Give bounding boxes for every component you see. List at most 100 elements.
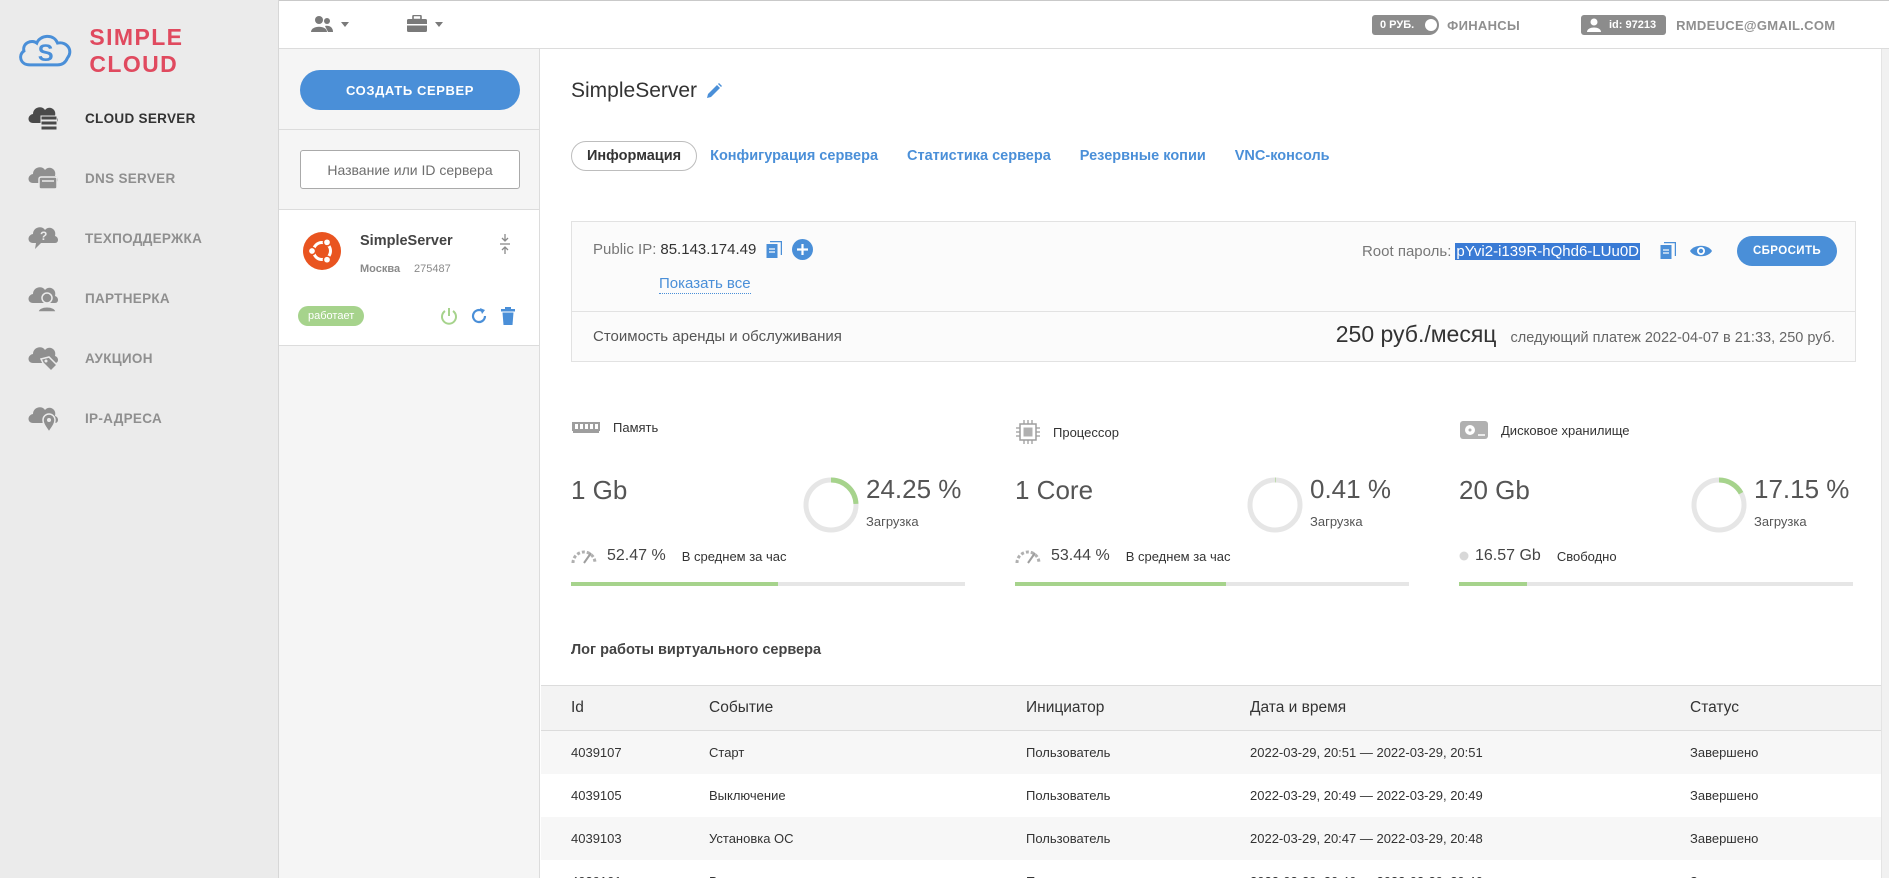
trash-icon[interactable] bbox=[499, 306, 517, 326]
users-menu-button[interactable] bbox=[311, 15, 349, 33]
server-detail: SimpleServer Информация Конфигурация сер… bbox=[541, 49, 1881, 878]
sidebar-label: АУКЦИОН bbox=[85, 350, 153, 366]
metric-value: 1 Core bbox=[1015, 475, 1094, 505]
load-donut bbox=[1247, 477, 1303, 533]
balance-toggle-icon bbox=[1423, 15, 1440, 35]
balance-badge: 0 РУБ. bbox=[1372, 15, 1424, 35]
sidebar-item-auction[interactable]: АУКЦИОН bbox=[0, 328, 279, 388]
svg-text:?: ? bbox=[40, 229, 47, 243]
vertical-scrollbar[interactable] bbox=[1881, 49, 1889, 878]
table-row: 4039103 Установка ОС Пользователь 2022-0… bbox=[541, 816, 1881, 860]
support-icon: ? bbox=[26, 220, 62, 256]
cell-initiator: Пользователь bbox=[1026, 773, 1250, 817]
eye-icon[interactable] bbox=[1689, 243, 1713, 259]
sidebar: S SIMPLE CLOUD CLOUD SERVER DNS SERVER ?… bbox=[0, 0, 279, 878]
metric-header: Процессор bbox=[1015, 419, 1119, 445]
table-row: 4039105 Выключение Пользователь 2022-03-… bbox=[541, 773, 1881, 817]
reset-password-button[interactable]: СБРОСИТЬ bbox=[1737, 236, 1837, 266]
table-row: 4039101 В... П... 2022-03-29, 20:46 — 20… bbox=[541, 859, 1881, 878]
simple-cloud-logo-icon: S bbox=[19, 34, 72, 67]
add-ip-icon[interactable] bbox=[792, 239, 814, 260]
cell-id: 4039107 bbox=[541, 730, 709, 774]
cpu-metric: Процессор 1 Core 0.41 % Загрузка 53.44 %… bbox=[1015, 419, 1410, 644]
root-password-row: Root пароль: pYvi2-i139R-hQhd6-LUu0D СБР… bbox=[1362, 236, 1837, 266]
status-badge: работает bbox=[298, 306, 365, 326]
sidebar-label: CLOUD SERVER bbox=[85, 110, 196, 126]
partner-icon bbox=[26, 280, 62, 316]
metric-value: 1 Gb bbox=[571, 475, 628, 505]
server-search-input[interactable] bbox=[300, 150, 520, 189]
sidebar-item-ip-addresses[interactable]: IP-АДРЕСА bbox=[0, 388, 279, 448]
rent-label: Стоимость аренды и обслуживания bbox=[593, 328, 842, 345]
show-all-link[interactable]: Показать все bbox=[659, 275, 751, 294]
drag-handle-icon[interactable] bbox=[499, 234, 511, 259]
copy-icon[interactable] bbox=[1660, 242, 1676, 260]
power-icon[interactable] bbox=[439, 306, 459, 326]
metric-percent: 0.41 % bbox=[1310, 474, 1391, 504]
sidebar-item-cloud-server[interactable]: CLOUD SERVER bbox=[0, 88, 279, 148]
cell-status: Завершено bbox=[1690, 773, 1881, 817]
chevron-down-icon bbox=[435, 21, 443, 27]
metric-value: 20 Gb bbox=[1459, 475, 1530, 505]
user-id-badge: id: 97213 bbox=[1581, 15, 1667, 35]
public-ip-label: Public IP: bbox=[593, 241, 657, 258]
metric-percent: 17.15 % bbox=[1754, 474, 1850, 504]
server-list-item[interactable]: SimpleServer Москва 275487 работает bbox=[279, 210, 539, 346]
rent-price: 250 руб./месяц bbox=[1335, 321, 1497, 347]
table-row: 4039107 Старт Пользователь 2022-03-29, 2… bbox=[541, 730, 1881, 774]
restart-icon[interactable] bbox=[469, 306, 489, 326]
tab-vnc-console[interactable]: VNC-консоль bbox=[1235, 148, 1330, 164]
projects-menu-button[interactable] bbox=[407, 15, 443, 33]
column-header-datetime[interactable]: Дата и время bbox=[1250, 685, 1690, 731]
tab-info[interactable]: Информация bbox=[571, 141, 698, 171]
metric-percent: 24.25 % bbox=[866, 474, 962, 504]
metric-title: Память bbox=[613, 419, 659, 435]
column-header-status[interactable]: Статус bbox=[1690, 685, 1881, 731]
cell-event: Установка ОС bbox=[709, 816, 1026, 860]
user-id: id: 97213 bbox=[1609, 19, 1657, 31]
tab-configuration[interactable]: Конфигурация сервера bbox=[710, 148, 878, 164]
server-location: Москва bbox=[360, 263, 401, 275]
divider bbox=[572, 311, 1855, 312]
cell-id: 4039101 bbox=[541, 859, 709, 878]
ubuntu-icon bbox=[303, 232, 341, 270]
server-tabs: Информация Конфигурация сервера Статисти… bbox=[571, 141, 1359, 171]
page-title: SimpleServer bbox=[571, 79, 723, 103]
speedometer-icon bbox=[1015, 547, 1041, 565]
tab-backups[interactable]: Резервные копии bbox=[1080, 148, 1206, 164]
brand-logo[interactable]: S SIMPLE CLOUD bbox=[16, 24, 278, 78]
chevron-down-icon bbox=[341, 21, 349, 27]
cell-status: Завершено bbox=[1690, 730, 1881, 774]
server-info-panel: Public IP: 85.143.174.49 Показать все Ro… bbox=[571, 221, 1856, 362]
memory-metric: Память 1 Gb 24.25 % Загрузка 52.47 % В с… bbox=[571, 419, 966, 644]
disk-metric: Дисковое хранилище 20 Gb 17.15 % Загрузк… bbox=[1459, 419, 1854, 644]
create-server-button[interactable]: СОЗДАТЬ СЕРВЕР bbox=[300, 70, 520, 110]
column-header-id[interactable]: Id bbox=[541, 685, 709, 731]
sidebar-item-support[interactable]: ? ТЕХПОДДЕРЖКА bbox=[0, 208, 279, 268]
column-header-initiator[interactable]: Инициатор bbox=[1026, 685, 1250, 731]
cell-datetime: 2022-03-29, 20:47 — 2022-03-29, 20:48 bbox=[1250, 816, 1690, 860]
tab-statistics[interactable]: Статистика сервера bbox=[907, 148, 1051, 164]
account-menu-button[interactable]: id: 97213 RMDEUCE@GMAIL.COM bbox=[1581, 15, 1835, 35]
cell-status: Завершено bbox=[1690, 816, 1881, 860]
finance-button[interactable]: 0 РУБ. ФИНАНСЫ bbox=[1372, 15, 1520, 35]
cell-initiator: Пользователь bbox=[1026, 730, 1250, 774]
server-actions bbox=[439, 306, 517, 326]
sidebar-item-dns-server[interactable]: DNS SERVER bbox=[0, 148, 279, 208]
edit-pencil-icon[interactable] bbox=[705, 82, 723, 100]
cell-event: В... bbox=[709, 859, 1026, 878]
brand-name: SIMPLE CLOUD bbox=[89, 24, 184, 77]
root-password-value[interactable]: pYvi2-i139R-hQhd6-LUu0D bbox=[1455, 242, 1640, 260]
divider bbox=[279, 129, 539, 130]
cloud-server-icon bbox=[26, 100, 62, 136]
metric-progress-bar bbox=[1459, 582, 1853, 586]
sidebar-label: IP-АДРЕСА bbox=[85, 410, 162, 426]
metric-sub-value: 52.47 % bbox=[607, 547, 666, 564]
sidebar-item-partner[interactable]: ПАРТНЕРКА bbox=[0, 268, 279, 328]
top-bar: 0 РУБ. ФИНАНСЫ id: 97213 RMDEUCE@GMAIL.C… bbox=[279, 0, 1889, 49]
cell-id: 4039105 bbox=[541, 773, 709, 817]
metric-progress-bar bbox=[1015, 582, 1409, 586]
column-header-event[interactable]: Событие bbox=[709, 685, 1026, 731]
copy-icon[interactable] bbox=[766, 240, 783, 259]
public-ip-value[interactable]: 85.143.174.49 bbox=[660, 241, 756, 258]
